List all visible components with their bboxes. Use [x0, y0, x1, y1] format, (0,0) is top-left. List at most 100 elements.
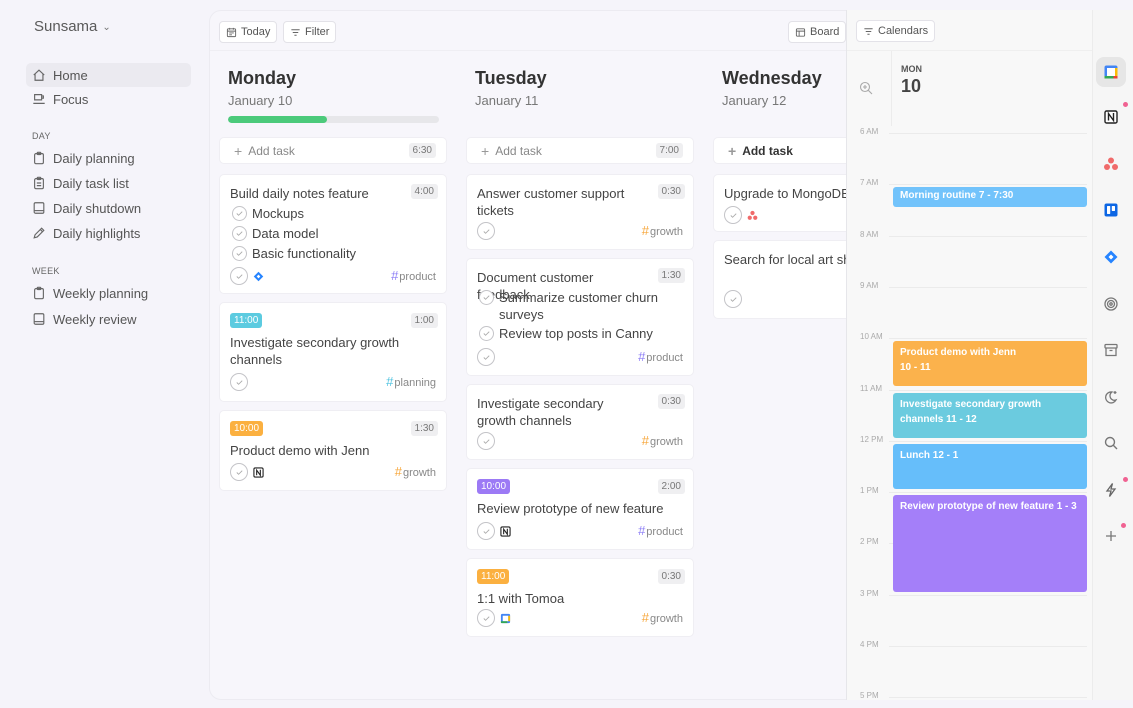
- task-complete-checkbox[interactable]: [230, 463, 248, 481]
- filter-button[interactable]: Filter: [283, 21, 337, 43]
- subtask-label: Mockups: [252, 206, 305, 221]
- task-card[interactable]: Investigate secondary growth channels 0:…: [466, 384, 694, 460]
- task-complete-checkbox[interactable]: [230, 267, 248, 285]
- hash-icon: #: [386, 374, 394, 389]
- task-card[interactable]: 10:00 1:30 Product demo with Jenn #growt…: [219, 410, 447, 491]
- hour-gridline: [889, 235, 1087, 237]
- rail-search[interactable]: [1096, 428, 1126, 458]
- task-complete-checkbox[interactable]: [477, 348, 495, 366]
- task-complete-checkbox[interactable]: [477, 222, 495, 240]
- hour-row: 3 PM: [847, 589, 1093, 598]
- notification-dot: [1121, 523, 1126, 528]
- rail-archive[interactable]: [1096, 335, 1126, 365]
- task-complete-checkbox[interactable]: [230, 373, 248, 391]
- planned-total: 7:00: [655, 143, 683, 158]
- hour-label: 6 AM: [860, 127, 879, 136]
- hour-gridline: [889, 184, 1087, 186]
- today-button[interactable]: Today: [219, 21, 278, 43]
- hour-row: 1 PM: [847, 486, 1093, 495]
- rail-quick-actions[interactable]: [1096, 475, 1128, 505]
- rail-focus-mode[interactable]: [1096, 382, 1126, 412]
- hour-label: 7 AM: [860, 178, 879, 188]
- task-card[interactable]: 10:00 2:00 Review prototype of new featu…: [466, 468, 694, 550]
- sidebar-item-weekly-planning[interactable]: Weekly planning: [26, 281, 191, 305]
- hour-gridline: [889, 133, 1087, 134]
- task-card[interactable]: Document customer feedback 1:30 Summariz…: [466, 258, 694, 376]
- task-card[interactable]: Build daily notes feature 4:00 Mockups D…: [219, 174, 447, 294]
- task-channel-tag[interactable]: #growth: [642, 223, 683, 238]
- hour-label: 5 PM: [860, 691, 879, 701]
- sidebar-item-weekly-review[interactable]: Weekly review: [26, 307, 191, 331]
- workspace-switcher[interactable]: Sunsama ⌄: [34, 18, 111, 35]
- rail-add-integration[interactable]: [1096, 521, 1126, 551]
- hour-row: 8 AM: [847, 230, 1093, 239]
- hour-label: 11 AM: [860, 383, 883, 393]
- task-duration: 4:00: [410, 184, 438, 199]
- rail-asana[interactable]: [1096, 149, 1126, 179]
- subtask-label: Basic functionality: [252, 246, 357, 261]
- task-complete-checkbox[interactable]: [724, 206, 742, 224]
- hour-row: 6 AM: [847, 127, 1093, 136]
- hash-icon: #: [638, 349, 646, 364]
- task-complete-checkbox[interactable]: [477, 522, 495, 540]
- board-view-button[interactable]: Board: [788, 21, 847, 43]
- hour-gridline: [889, 492, 1087, 494]
- calendar-icon: [226, 27, 237, 37]
- calendars-button[interactable]: Calendars: [856, 20, 936, 42]
- task-channel-tag[interactable]: #planning: [386, 374, 436, 389]
- sidebar-item-focus[interactable]: Focus: [26, 87, 191, 111]
- task-card[interactable]: 11:00 1:00 Investigate secondary growth …: [219, 302, 447, 402]
- tag-label: product: [399, 271, 436, 283]
- task-channel-tag[interactable]: #growth: [642, 433, 683, 448]
- task-complete-checkbox[interactable]: [477, 609, 495, 627]
- task-channel-tag[interactable]: #product: [638, 523, 683, 538]
- task-channel-tag[interactable]: #product: [638, 349, 683, 364]
- task-complete-checkbox[interactable]: [477, 432, 495, 450]
- hour-row: 12 PM: [847, 435, 1093, 444]
- sidebar-item-daily-shutdown[interactable]: Daily shutdown: [26, 196, 191, 220]
- rail-jira[interactable]: [1096, 242, 1126, 272]
- task-duration: 1:30: [410, 421, 438, 436]
- hour-gridline: [889, 594, 1087, 596]
- sidebar-item-daily-highlights[interactable]: Daily highlights: [26, 221, 191, 245]
- rail-notion[interactable]: [1096, 102, 1128, 132]
- task-complete-checkbox[interactable]: [724, 290, 742, 308]
- board-label: Board: [810, 26, 840, 38]
- calendar-event[interactable]: Investigate secondary growth channels 11…: [893, 392, 1087, 438]
- asana-icon: [1104, 157, 1118, 170]
- task-card[interactable]: 11:00 0:30 1:1 with Tomoa #growth: [466, 558, 694, 637]
- add-task-button[interactable]: + Add task 6:30: [219, 137, 447, 164]
- add-task-button[interactable]: + Add task 7:00: [466, 137, 694, 164]
- section-title-day: DAY: [32, 131, 51, 141]
- rail-trello[interactable]: [1096, 195, 1126, 225]
- subtask-checkbox[interactable]: [479, 290, 494, 305]
- zoom-in-icon[interactable]: [859, 81, 873, 95]
- sidebar-item-home[interactable]: Home: [26, 63, 191, 87]
- sidebar-item-daily-planning[interactable]: Daily planning: [26, 146, 191, 170]
- calendar-event[interactable]: Review prototype of new feature 1 - 3: [893, 495, 1087, 592]
- task-footer: [477, 522, 511, 540]
- task-card[interactable]: Answer customer support tickets 0:30 #gr…: [466, 174, 694, 250]
- rail-google-calendar[interactable]: [1096, 57, 1126, 87]
- hour-label: 4 PM: [860, 640, 879, 649]
- task-channel-tag[interactable]: #growth: [395, 464, 436, 479]
- task-channel-tag[interactable]: #product: [391, 268, 436, 283]
- calendar-event[interactable]: Product demo with Jenn 10 - 11: [893, 341, 1087, 387]
- subtask-checkbox[interactable]: [479, 326, 494, 341]
- calendar-event[interactable]: Morning routine 7 - 7:30: [893, 187, 1087, 207]
- subtask-checkbox[interactable]: [232, 246, 247, 261]
- subtask-checkbox[interactable]: [232, 206, 247, 221]
- moon-icon: [1104, 391, 1118, 404]
- sidebar-item-daily-task-list[interactable]: Daily task list: [26, 171, 191, 195]
- hour-label: 10 AM: [860, 332, 883, 342]
- calendar-event[interactable]: Lunch 12 - 1: [893, 443, 1087, 490]
- clipboard-icon: [34, 151, 44, 165]
- task-channel-tag[interactable]: #growth: [642, 610, 683, 625]
- task-duration: 1:30: [657, 268, 685, 283]
- rail-goals[interactable]: [1096, 289, 1126, 319]
- hour-label: 8 AM: [860, 229, 879, 239]
- hour-gridline: [889, 440, 1087, 442]
- day-progress-bar: [228, 116, 439, 123]
- subtask-checkbox[interactable]: [232, 226, 247, 241]
- plus-icon: [1106, 531, 1116, 541]
